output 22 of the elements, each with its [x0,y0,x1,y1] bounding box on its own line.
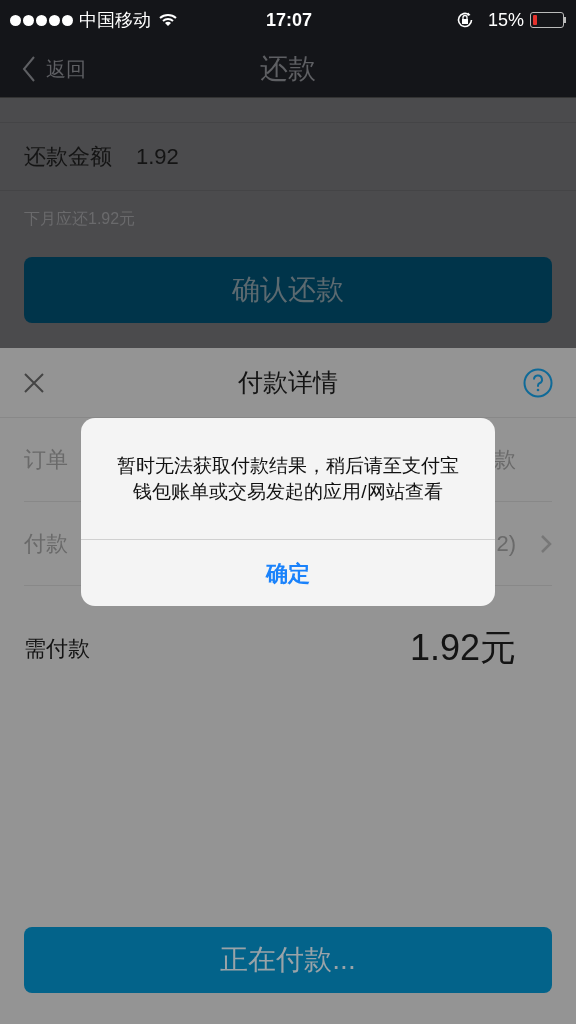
carrier: 中国移动 [79,8,151,32]
back-icon [22,55,36,82]
amount-label: 还款金额 [24,143,112,171]
help-icon[interactable] [523,367,553,398]
battery-icon [530,12,566,28]
wifi-icon [159,13,177,27]
ok-button[interactable]: 确定 [81,539,495,606]
total-amount: 1.92元 [409,626,516,670]
back-button[interactable]: 返回 [22,53,86,84]
total-label: 需付款 [24,634,90,663]
battery-percent: 15% [487,8,524,32]
sheet-title: 付款详情 [238,366,338,398]
rotation-lock-icon [455,11,474,29]
close-icon[interactable] [24,372,44,393]
nav-title: 还款 [260,51,316,86]
amount-value: 1.92 [136,143,179,171]
alert-message: 暂时无法获取付款结果，稍后请至支付宝钱包账单或交易发起的应用/网站查看 [116,453,460,504]
confirm-repay-button[interactable]: 确认还款 [24,257,552,323]
paying-button[interactable]: 正在付款... [24,927,552,993]
signal-icon [10,14,75,26]
clock: 17:07 [266,8,313,32]
chevron-icon [540,533,552,554]
